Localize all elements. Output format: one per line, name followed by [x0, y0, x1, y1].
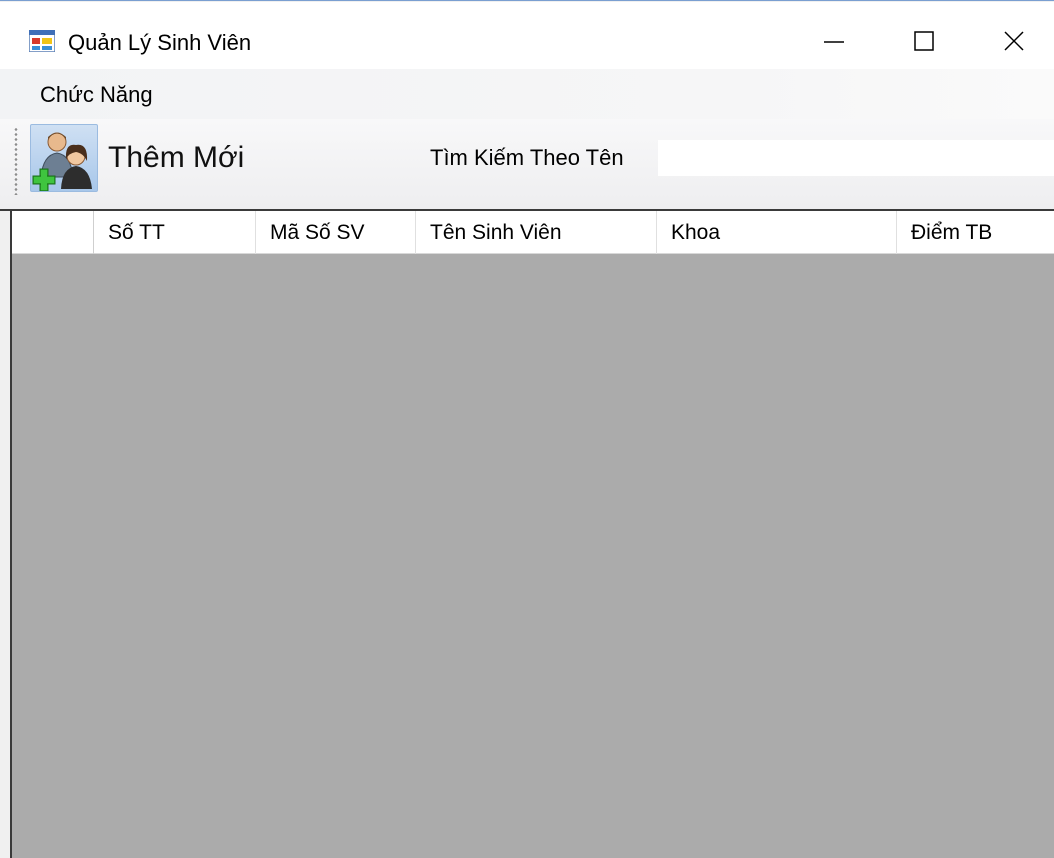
add-student-label: Thêm Mới [108, 141, 245, 174]
grid-header-row: Số TT Mã Số SV Tên Sinh Viên Khoa Điểm T… [12, 211, 1054, 254]
toolbar: Thêm Mới Tìm Kiếm Theo Tên [0, 119, 1054, 211]
maximize-button[interactable] [880, 16, 968, 66]
add-student-button[interactable]: Thêm Mới [28, 123, 254, 193]
main-window: Quản Lý Sinh Viên Chức Năng Thêm Mới Tìm… [0, 0, 1054, 858]
window-title: Quản Lý Sinh Viên [68, 30, 252, 55]
users-add-icon [30, 124, 98, 192]
title-bar[interactable]: Quản Lý Sinh Viên [0, 2, 1054, 69]
minimize-button[interactable] [790, 16, 878, 66]
maximize-icon [914, 31, 934, 51]
search-input[interactable] [658, 140, 1054, 176]
column-header-so-tt[interactable]: Số TT [94, 211, 256, 254]
column-header-diem-tb[interactable]: Điểm TB [897, 211, 1054, 254]
column-header-ten-sinh-vien[interactable]: Tên Sinh Viên [416, 211, 657, 254]
column-header-khoa[interactable]: Khoa [657, 211, 897, 254]
menu-item-chuc-nang[interactable]: Chức Năng [28, 81, 165, 109]
search-label: Tìm Kiếm Theo Tên [430, 145, 624, 170]
toolbar-grip[interactable] [14, 127, 18, 195]
row-header-corner[interactable] [12, 211, 94, 254]
close-button[interactable] [970, 16, 1054, 66]
app-form-icon [28, 29, 56, 53]
student-data-grid[interactable]: Số TT Mã Số SV Tên Sinh Viên Khoa Điểm T… [10, 211, 1054, 858]
close-icon [1004, 31, 1024, 51]
minimize-icon [824, 41, 844, 43]
menu-bar: Chức Năng [0, 69, 1054, 119]
column-header-ma-so-sv[interactable]: Mã Số SV [256, 211, 416, 254]
